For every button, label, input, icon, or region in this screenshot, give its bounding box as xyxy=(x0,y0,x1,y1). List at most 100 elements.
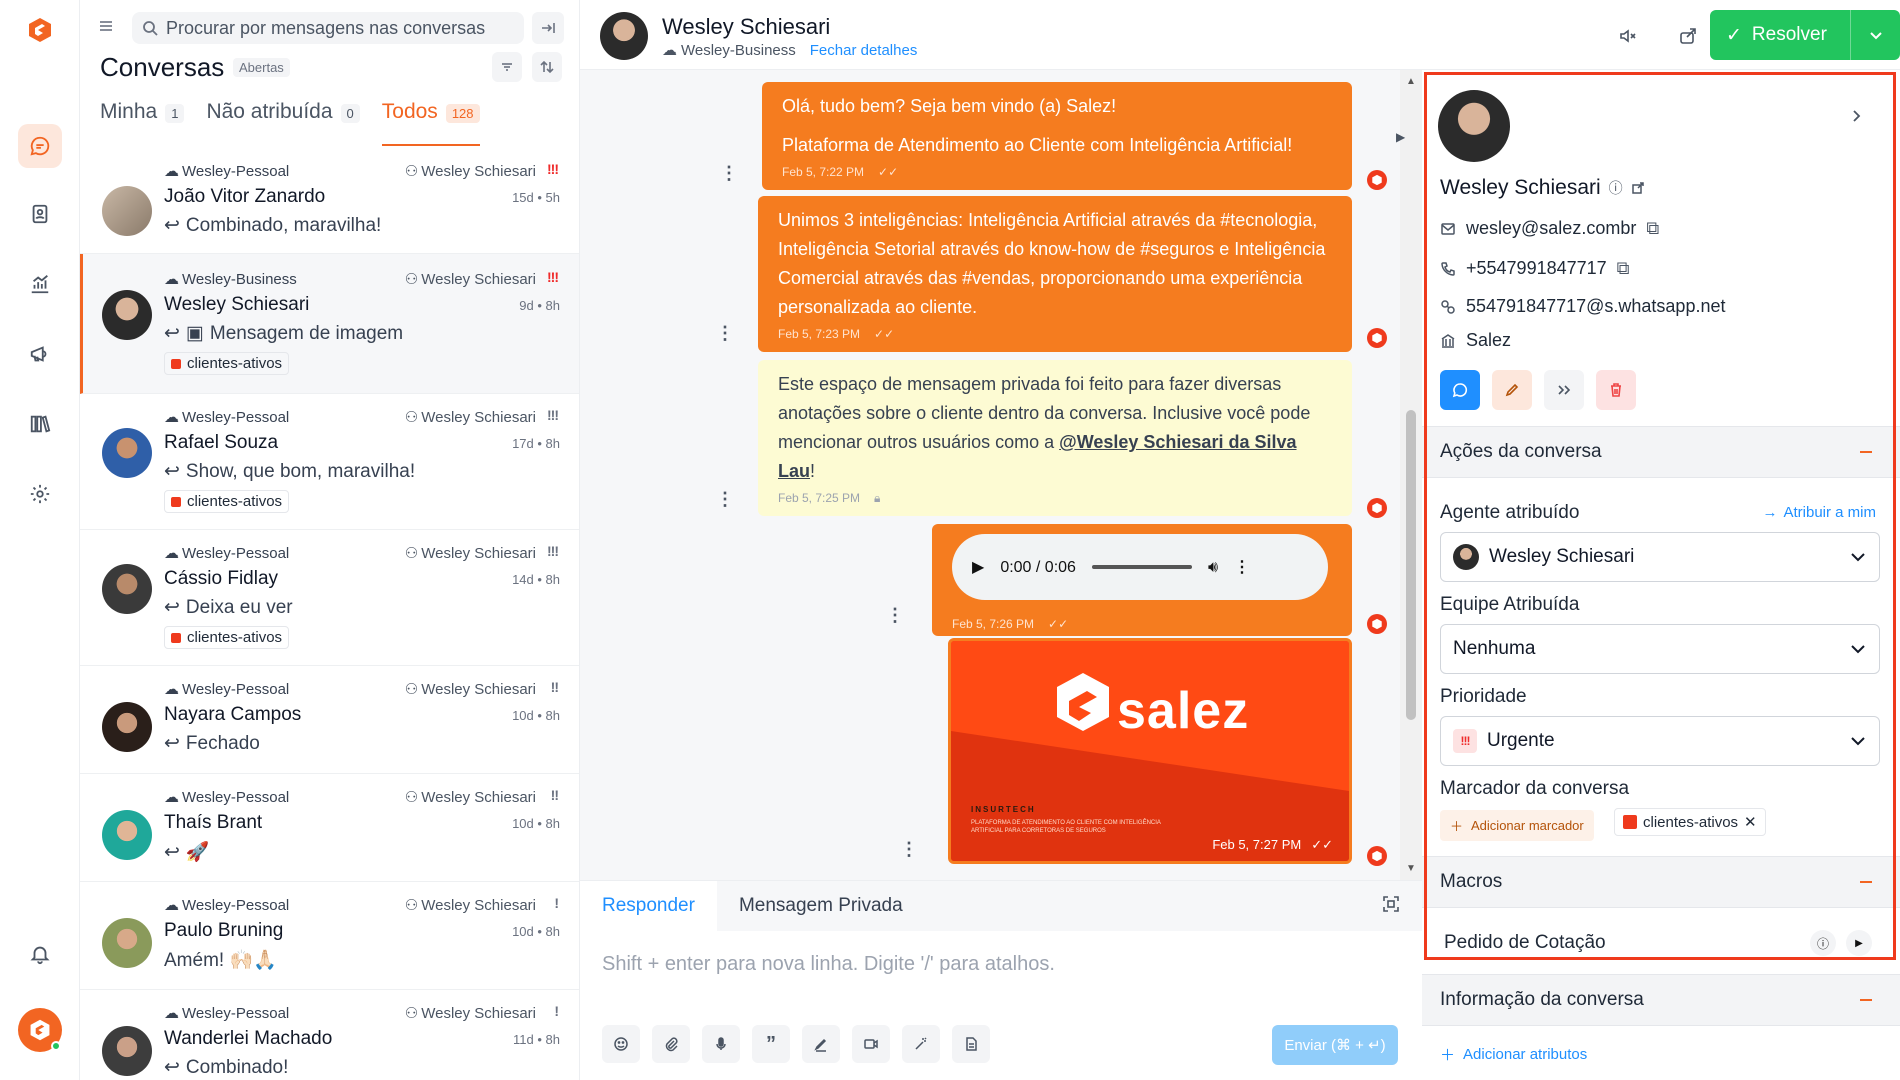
contacts-nav-icon[interactable] xyxy=(18,192,62,236)
collapse-minus-icon[interactable] xyxy=(1860,999,1872,1001)
collapse-minus-icon[interactable] xyxy=(1860,451,1872,453)
new-message-button[interactable] xyxy=(1440,370,1480,410)
add-attributes-link[interactable]: ＋ Adicionar atributos xyxy=(1440,1044,1587,1065)
library-nav-icon[interactable] xyxy=(18,402,62,446)
settings-nav-icon[interactable] xyxy=(18,472,62,516)
tab-mine[interactable]: Minha 1 xyxy=(100,100,185,146)
assign-to-me-link[interactable]: → Atribuir a mim xyxy=(1762,504,1876,521)
quote-icon[interactable]: ” xyxy=(752,1025,790,1063)
conversations-nav-icon[interactable] xyxy=(18,124,62,168)
audio-progress-bar[interactable] xyxy=(1091,565,1192,569)
image-meta: Feb 5, 7:27 PM ✓✓ xyxy=(1212,837,1333,852)
expand-icon[interactable] xyxy=(1382,895,1400,913)
remove-label-icon[interactable]: ✕ xyxy=(1744,813,1757,831)
status-badge[interactable]: Abertas xyxy=(233,58,290,77)
collapse-minus-icon[interactable] xyxy=(1860,881,1872,883)
copy-icon[interactable]: ⧉ xyxy=(1646,218,1659,239)
macro-info-icon[interactable]: ⓘ xyxy=(1810,930,1836,956)
edit-contact-button[interactable] xyxy=(1492,370,1532,410)
search-input[interactable] xyxy=(166,17,506,39)
reports-nav-icon[interactable] xyxy=(18,262,62,306)
tab-private-message[interactable]: Mensagem Privada xyxy=(716,881,925,931)
article-icon[interactable] xyxy=(952,1025,990,1063)
salez-logo[interactable] xyxy=(26,16,54,44)
emoji-icon[interactable] xyxy=(602,1025,640,1063)
tab-reply[interactable]: Responder xyxy=(580,881,717,931)
filter-button[interactable] xyxy=(492,52,522,82)
resolve-button[interactable]: ✓ Resolver xyxy=(1710,10,1900,60)
tab-unassigned[interactable]: Não atribuída 0 xyxy=(206,100,360,146)
hamburger-menu-icon[interactable] xyxy=(98,18,114,34)
conversation-item[interactable]: ☁ Wesley-Pessoal ⚇ Wesley Schiesari !! Nay… xyxy=(80,666,579,774)
agent-select[interactable]: Wesley Schiesari xyxy=(1440,532,1880,582)
tab-all[interactable]: Todos 128 xyxy=(381,100,480,146)
label-color-swatch xyxy=(171,496,181,507)
conversation-item[interactable]: ☁ Wesley-Pessoal ⚇ Wesley Schiesari ! Wand… xyxy=(80,990,579,1080)
delete-contact-button[interactable] xyxy=(1596,370,1636,410)
message-options-icon[interactable]: ⋮ xyxy=(900,840,918,858)
merge-contact-button[interactable] xyxy=(1544,370,1584,410)
share-icon[interactable] xyxy=(1670,18,1706,54)
contact-phone[interactable]: +5547991847717 xyxy=(1466,258,1607,279)
check-icon: ✓ xyxy=(1726,24,1742,46)
message-options-icon[interactable]: ⋮ xyxy=(716,490,734,508)
volume-icon[interactable]: 🔊︎ xyxy=(1208,553,1218,582)
chevron-right-icon[interactable] xyxy=(1848,108,1864,124)
message-input[interactable] xyxy=(602,953,1382,976)
scroll-thumb[interactable] xyxy=(1406,410,1416,720)
contact-avatar xyxy=(102,1026,152,1076)
toggle-panel-arrow-icon[interactable]: ▶ xyxy=(1396,130,1405,144)
plus-icon: ＋ xyxy=(1440,1047,1456,1064)
campaigns-nav-icon[interactable] xyxy=(18,332,62,376)
conversation-item[interactable]: ☁ Wesley-Pessoal ⚇ Wesley Schiesari !!! Jo… xyxy=(80,148,579,254)
send-button[interactable]: Enviar (⌘ + ↵) xyxy=(1272,1025,1398,1065)
image-message[interactable]: salez INSURTECH PLATAFORMA DE ATENDIMENT… xyxy=(948,638,1352,864)
message-options-icon[interactable]: ⋮ xyxy=(720,164,738,182)
cloud-icon: ☁ xyxy=(164,789,179,806)
message-options-icon[interactable]: ⋮ xyxy=(716,324,734,342)
more-options-icon[interactable]: ⋮ xyxy=(1234,553,1250,582)
contact-avatar[interactable] xyxy=(600,12,648,60)
contact-email[interactable]: wesley@salez.combr xyxy=(1466,218,1636,239)
sort-button[interactable] xyxy=(532,52,562,82)
scroll-up-arrow-icon[interactable]: ▲ xyxy=(1406,76,1416,87)
external-link-icon[interactable] xyxy=(1631,181,1645,195)
audio-player[interactable]: ▶ 0:00 / 0:06 🔊︎ ⋮ xyxy=(952,534,1328,600)
video-icon[interactable] xyxy=(852,1025,890,1063)
last-message: Amém! 🙌🏻🙏🏻 xyxy=(164,950,277,971)
conversation-item-selected[interactable]: ☁ Wesley-Business ⚇ Wesley Schiesari !!! W… xyxy=(80,254,579,394)
priority-icon: ! xyxy=(554,1003,559,1019)
signature-icon[interactable] xyxy=(802,1025,840,1063)
message-options-icon[interactable]: ⋮ xyxy=(886,606,904,624)
assignee-name: ⚇ Wesley Schiesari xyxy=(404,896,536,915)
messages-scrollbar[interactable]: ▲ ▼ xyxy=(1400,70,1422,880)
copy-icon[interactable]: ⧉ xyxy=(1617,258,1630,279)
private-note-bubble: Este espaço de mensagem privada foi feit… xyxy=(758,360,1352,516)
read-receipt-icon: ✓✓ xyxy=(874,327,895,341)
chevron-down-icon[interactable] xyxy=(1851,28,1900,42)
conversation-item[interactable]: ☁ Wesley-Pessoal ⚇ Wesley Schiesari !!! Cá… xyxy=(80,530,579,666)
close-details-link[interactable]: Fechar detalhes xyxy=(810,42,918,59)
conversation-item[interactable]: ☁ Wesley-Pessoal ⚇ Wesley Schiesari !! Tha… xyxy=(80,774,579,882)
macro-item: Pedido de Cotação xyxy=(1444,932,1606,953)
macros-header[interactable]: Macros xyxy=(1422,856,1900,908)
collapse-list-button[interactable] xyxy=(532,12,564,44)
macro-run-icon[interactable]: ▶ xyxy=(1846,930,1872,956)
priority-select[interactable]: !!! Urgente xyxy=(1440,716,1880,766)
team-select[interactable]: Nenhuma xyxy=(1440,624,1880,674)
attachment-icon[interactable] xyxy=(652,1025,690,1063)
add-label-button[interactable]: ＋ Adicionar marcador xyxy=(1440,810,1594,841)
scroll-down-arrow-icon[interactable]: ▼ xyxy=(1406,863,1416,874)
inbox-name: ☁ Wesley-Pessoal xyxy=(164,1004,290,1023)
ai-magic-wand-icon[interactable] xyxy=(902,1025,940,1063)
mute-icon[interactable] xyxy=(1610,18,1646,54)
conversation-item[interactable]: ☁ Wesley-Pessoal ⚇ Wesley Schiesari !!! Ra… xyxy=(80,394,579,530)
play-icon[interactable]: ▶ xyxy=(972,553,984,582)
conversation-item[interactable]: ☁ Wesley-Pessoal ⚇ Wesley Schiesari ! Paul… xyxy=(80,882,579,990)
conversation-info-header[interactable]: Informação da conversa xyxy=(1422,974,1900,1026)
conversation-actions-header[interactable]: Ações da conversa xyxy=(1422,426,1900,478)
user-avatar[interactable] xyxy=(18,1008,62,1052)
microphone-icon[interactable] xyxy=(702,1025,740,1063)
info-icon[interactable]: ⓘ xyxy=(1609,178,1623,198)
notifications-bell-icon[interactable] xyxy=(18,932,62,976)
